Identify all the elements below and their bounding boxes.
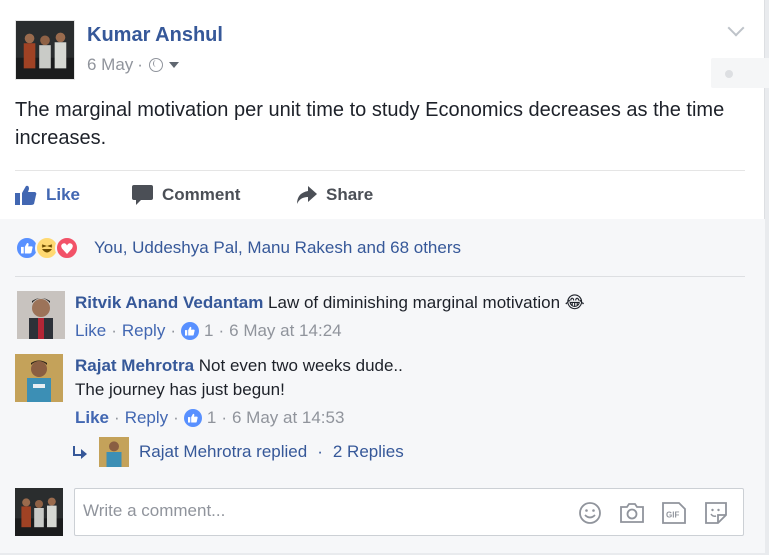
comment-like-count[interactable]: 1 bbox=[204, 319, 213, 343]
like-button[interactable]: Like bbox=[15, 180, 80, 210]
commenter-avatar[interactable] bbox=[17, 291, 65, 339]
replier-avatar bbox=[99, 437, 129, 467]
love-reaction-icon bbox=[55, 236, 79, 260]
like-label: Like bbox=[46, 185, 81, 204]
sticker-icon[interactable] bbox=[703, 500, 729, 526]
reply-arrow-icon bbox=[71, 446, 89, 459]
current-user-avatar bbox=[15, 488, 63, 536]
globe-icon[interactable] bbox=[148, 58, 163, 72]
comment-icon bbox=[132, 185, 153, 205]
camera-icon[interactable] bbox=[619, 500, 645, 526]
chevron-down-icon[interactable] bbox=[727, 19, 745, 37]
reply-count[interactable]: 2 Replies bbox=[333, 442, 404, 462]
comment-reply-link[interactable]: Reply bbox=[122, 319, 165, 343]
comment-timestamp[interactable]: 6 May at 14:53 bbox=[232, 406, 344, 430]
replier-text[interactable]: Rajat Mehrotra replied bbox=[139, 442, 307, 462]
comment-body: Rajat Mehrotra Not even two weeks dude..… bbox=[75, 354, 735, 430]
divider bbox=[15, 276, 745, 277]
emoji-icon[interactable] bbox=[577, 500, 603, 526]
gif-icon[interactable]: GIF bbox=[661, 500, 687, 526]
comment-input[interactable] bbox=[83, 501, 563, 521]
comment-composer: GIF bbox=[74, 488, 744, 536]
gif-label: GIF bbox=[666, 511, 679, 520]
share-icon bbox=[297, 186, 317, 204]
meta-separator: · bbox=[111, 321, 117, 340]
like-count-icon[interactable] bbox=[181, 322, 199, 340]
meta-separator: · bbox=[173, 408, 179, 427]
divider bbox=[15, 170, 745, 171]
comment-text: Law of diminishing marginal motivation bbox=[268, 293, 561, 312]
author-avatar[interactable] bbox=[15, 20, 75, 80]
reply-separator: · bbox=[317, 442, 323, 461]
comment-timestamp[interactable]: 6 May at 14:24 bbox=[229, 319, 341, 343]
commenter-name[interactable]: Rajat Mehrotra bbox=[75, 356, 194, 375]
author-name[interactable]: Kumar Anshul bbox=[87, 24, 223, 47]
comment-like-link[interactable]: Like bbox=[75, 406, 109, 430]
meta-separator: · bbox=[218, 321, 225, 340]
comment-reply-link[interactable]: Reply bbox=[125, 406, 168, 430]
thumbs-up-icon bbox=[15, 185, 37, 205]
background-overlay bbox=[711, 58, 769, 88]
comment-meta: Like · Reply · 1 · 6 May at 14:24 bbox=[75, 319, 735, 343]
meta-separator: · bbox=[137, 55, 143, 74]
reaction-icons[interactable] bbox=[15, 236, 79, 260]
post-meta: 6 May · bbox=[87, 55, 179, 75]
commenter-name[interactable]: Ritvik Anand Vedantam bbox=[75, 293, 263, 312]
post-card: Kumar Anshul 6 May · The marginal motiva… bbox=[0, 0, 769, 553]
comment-button[interactable]: Comment bbox=[132, 180, 240, 210]
meta-separator: · bbox=[114, 408, 120, 427]
comment-like-link[interactable]: Like bbox=[75, 319, 106, 343]
comment-text-line-2: The journey has just begun! bbox=[75, 380, 285, 399]
comment-like-count[interactable]: 1 bbox=[207, 406, 216, 430]
post-date[interactable]: 6 May bbox=[87, 55, 133, 75]
laughing-emoji-icon: 😂 bbox=[564, 293, 585, 312]
comment-label: Comment bbox=[162, 185, 241, 204]
meta-separator: · bbox=[170, 321, 176, 340]
share-button[interactable]: Share bbox=[296, 180, 373, 210]
comment-text-line-1: Not even two weeks dude.. bbox=[198, 356, 403, 375]
caret-down-icon[interactable] bbox=[168, 62, 179, 68]
share-label: Share bbox=[326, 185, 374, 204]
comment-body: Ritvik Anand Vedantam Law of diminishing… bbox=[75, 291, 735, 343]
meta-separator: · bbox=[221, 408, 227, 427]
post-text: The marginal motivation per unit time to… bbox=[15, 99, 725, 149]
like-count-icon[interactable] bbox=[183, 409, 202, 427]
comment-meta: Like · Reply · 1 · 6 May at 14:53 bbox=[75, 406, 735, 430]
view-replies-link[interactable]: Rajat Mehrotra replied · 2 Replies bbox=[71, 437, 404, 467]
commenter-avatar[interactable] bbox=[15, 354, 63, 402]
reactions-summary[interactable]: You, Uddeshya Pal, Manu Rakesh and 68 ot… bbox=[94, 238, 461, 258]
